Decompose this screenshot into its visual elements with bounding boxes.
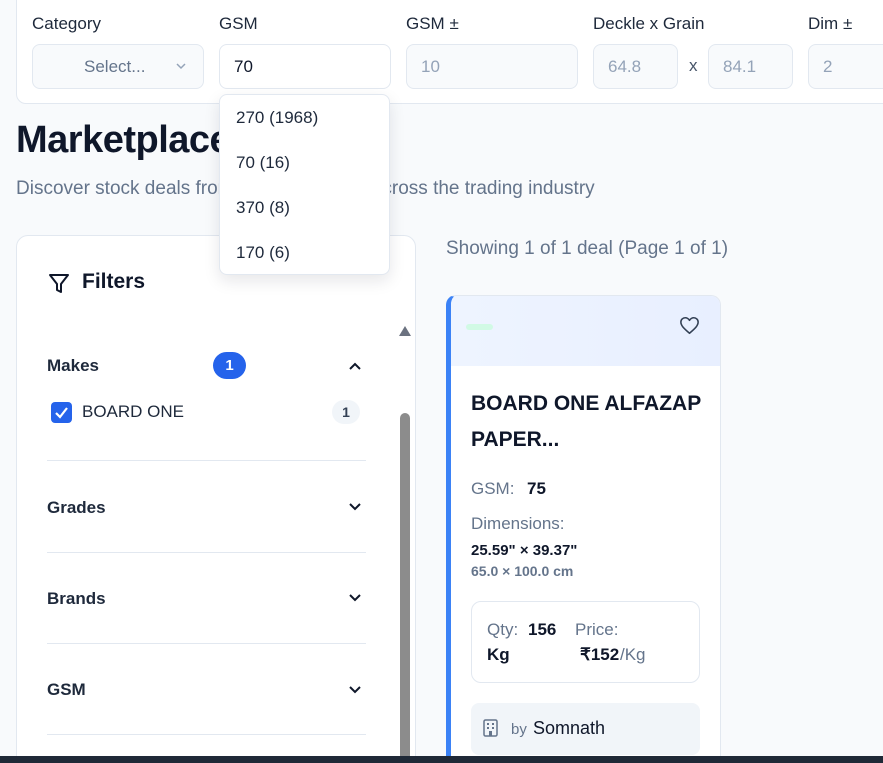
chevron-up-icon[interactable]: [348, 359, 362, 373]
deal-dimensions-label: Dimensions:: [471, 514, 565, 533]
gsm-option[interactable]: 370 (8): [236, 198, 290, 218]
filters-heading: Filters: [82, 270, 146, 293]
filter-section-grades[interactable]: Grades: [47, 498, 106, 518]
filters-scrollbar-thumb[interactable]: [400, 413, 410, 763]
gsm-suggestions-dropdown: 270 (1968) 70 (16) 370 (8) 170 (6): [219, 94, 390, 275]
grain-input[interactable]: 84.1: [708, 44, 793, 89]
filter-section-makes[interactable]: Makes: [47, 356, 99, 376]
deal-gsm-value: 75: [527, 479, 546, 498]
results-count: Showing 1 of 1 deal (Page 1 of 1): [446, 238, 729, 259]
qty-label: Qty:: [487, 620, 519, 639]
chevron-down-icon: [176, 63, 186, 70]
gsm-input[interactable]: 70: [219, 44, 391, 89]
bottom-bar: [0, 756, 883, 763]
divider: [47, 460, 366, 461]
make-option-label[interactable]: BOARD ONE: [82, 402, 184, 422]
heart-icon[interactable]: [679, 316, 700, 335]
divider: [47, 552, 366, 553]
divider: [47, 643, 366, 644]
qty-unit: Kg: [487, 645, 510, 664]
page-title: Marketplace: [16, 119, 231, 161]
scroll-up-arrow[interactable]: [399, 326, 411, 336]
gsm-tolerance-input[interactable]: 10: [406, 44, 578, 89]
make-option-count: 1: [332, 400, 360, 424]
seller-name[interactable]: Somnath: [533, 718, 605, 739]
board-one-checkbox[interactable]: [51, 402, 72, 423]
dim-tolerance-label: Dim ±: [808, 14, 853, 33]
deckle-grain-separator: x: [689, 56, 698, 75]
deckle-grain-label: Deckle x Grain: [593, 14, 705, 33]
category-select-value: Select...: [84, 57, 146, 76]
deal-title[interactable]: BOARD ONE ALFAZAP PAPER...: [471, 386, 701, 458]
price-unit: /Kg: [620, 645, 646, 664]
chevron-down-icon[interactable]: [348, 500, 362, 514]
price-label: Price:: [575, 620, 619, 639]
dim-tolerance-input[interactable]: 2: [808, 44, 883, 89]
deal-dimensions-inches: 25.59" × 39.37": [471, 542, 578, 559]
chevron-down-icon[interactable]: [348, 683, 362, 697]
makes-count-badge: 1: [213, 352, 246, 379]
seller-prefix: by: [511, 721, 527, 738]
filter-section-gsm[interactable]: GSM: [47, 680, 86, 700]
category-select[interactable]: Select...: [32, 44, 204, 89]
gsm-label: GSM: [219, 14, 258, 33]
gsm-option[interactable]: 70 (16): [236, 153, 290, 173]
qty-price-box: [471, 601, 700, 683]
divider: [47, 734, 366, 735]
deal-status-pill: [466, 324, 493, 330]
qty-value: 156: [528, 620, 557, 639]
deal-gsm-label: GSM:: [471, 479, 515, 498]
price-value: ₹152: [580, 645, 620, 664]
category-label: Category: [32, 14, 101, 33]
filter-section-brands[interactable]: Brands: [47, 589, 106, 609]
deckle-input[interactable]: 64.8: [593, 44, 678, 89]
gsm-option[interactable]: 270 (1968): [236, 108, 318, 128]
gsm-tolerance-label: GSM ±: [406, 14, 459, 33]
building-icon: [483, 719, 498, 737]
gsm-option[interactable]: 170 (6): [236, 243, 290, 263]
chevron-down-icon[interactable]: [348, 591, 362, 605]
deal-dimensions-cm: 65.0 × 100.0 cm: [471, 563, 574, 579]
filter-icon: [49, 274, 69, 293]
check-icon: [55, 407, 68, 419]
